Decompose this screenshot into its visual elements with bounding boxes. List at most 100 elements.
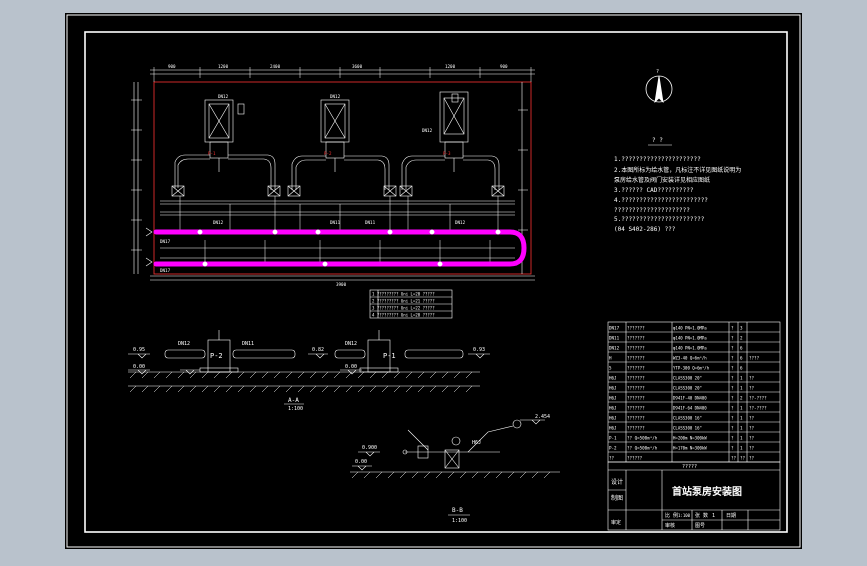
materials-cell: φ140 PN=1.0MPa [673, 346, 707, 351]
bb-tag: H6J [472, 440, 481, 446]
tb-sheet-value: 1 [712, 513, 715, 519]
materials-cell: YTP-300 Q=6m³/h [673, 366, 710, 371]
materials-cell: P-1 [609, 436, 617, 441]
note-line-4: 3.?????? CAD?????????? [614, 187, 694, 194]
materials-cell: ?? Q=500m³/h [627, 436, 658, 441]
tb-project-title: 首站泵房安装图 [672, 485, 742, 498]
pipe-tag-2: DN11 [330, 220, 341, 225]
notes-heading: ? ? [652, 137, 663, 144]
aa-pump-1: P-2 [210, 352, 223, 360]
materials-cell: ??-???? [749, 396, 767, 401]
materials-cell: ??????? [627, 376, 645, 381]
materials-cell: ?? [749, 446, 755, 451]
materials-cell: CLASS300 20" [673, 376, 702, 381]
materials-cell: ?? [749, 376, 755, 381]
materials-cell: ??????? [627, 326, 645, 331]
materials-cell: H6J [609, 396, 617, 401]
note-line-6: ????????????????????? [614, 207, 690, 214]
cad-drawing: 900 1200 2400 3600 1200 900 3900 P-1 P-2… [65, 13, 802, 549]
bb-title: B-B [452, 507, 463, 514]
note-line-2: 2.本图所标为给水管，凡标注不详见图纸说明为 [614, 166, 741, 174]
dim-top-2: 1200 [218, 64, 229, 69]
aa-scale: 1:100 [288, 406, 303, 412]
materials-cell: ?? [749, 436, 755, 441]
legend-row-4: 4 ????????? Uni L=20 ????? [372, 313, 435, 318]
materials-cell: ???? [749, 356, 760, 361]
aa-pump-2: P-1 [383, 352, 396, 360]
materials-cell: ??????? [627, 346, 645, 351]
tb-scale-label: 比 例 [665, 512, 678, 519]
tb-drawing-no: 图号 [695, 523, 705, 529]
aa-level-mid-top: 0.82 [312, 347, 324, 353]
materials-cell: H6J [609, 426, 617, 431]
bb-level-c: 0.00 [355, 459, 367, 465]
dim-top-3: 2400 [270, 64, 281, 69]
cad-viewport[interactable]: 900 1200 2400 3600 1200 900 3900 P-1 P-2… [0, 0, 867, 562]
pump-tag-2: DN12 [330, 94, 341, 99]
aa-level-left-top: 0.95 [133, 347, 145, 353]
materials-cell: φ140 PN=1.0MPa [673, 326, 707, 331]
materials-cell: ?? [740, 456, 746, 461]
bb-scale: 1:100 [452, 518, 467, 524]
materials-cell: D941F-64 DN400 [673, 406, 707, 411]
legend-row-1: 1 ????????? Uni L=20 ????? [372, 292, 435, 297]
tb-scale-value: 1:100 [678, 513, 691, 518]
materials-cell: ??????? [627, 356, 645, 361]
materials-cell: ??????? [627, 406, 645, 411]
materials-cell: ?? [749, 386, 755, 391]
note-line-8: (04 S402-286) ??? [614, 226, 676, 233]
dim-top-1: 900 [168, 64, 176, 69]
materials-cell: DN17 [609, 326, 620, 331]
dim-top-6: 900 [500, 64, 508, 69]
materials-cell: ?? [749, 456, 755, 461]
aa-level-left-bottom: 0.00 [133, 364, 145, 370]
pipe-tag-3: DN12 [455, 220, 466, 225]
pipe-tag-left: DN17 [160, 239, 171, 244]
materials-cell: ??-???? [749, 406, 767, 411]
note-line-1: 1.?????????????????????? [614, 156, 701, 163]
materials-cell: ?? [749, 416, 755, 421]
dim-top-5: 1200 [445, 64, 456, 69]
legend-row-3: 3 ????????? Uni L=22 ????? [372, 306, 435, 311]
materials-cell: ?? [731, 456, 737, 461]
pipe-tag-1: DN12 [213, 220, 224, 225]
aa-level-right: 0.93 [473, 347, 485, 353]
materials-cell: ?????? [627, 456, 643, 461]
pump-tag-3: DN12 [422, 128, 433, 133]
legend-row-2: 2 ????????? Uni L=21 ????? [372, 299, 435, 304]
materials-cell: ?? [749, 426, 755, 431]
bb-level-a: 2.454 [535, 414, 550, 420]
pipe-tag-4: DN11 [365, 220, 376, 225]
tb-checker: 制图 [611, 494, 623, 502]
aa-title: A-A [288, 397, 299, 404]
materials-cell: CLASS300 20" [673, 386, 702, 391]
note-line-5: 4.???????????????????????? [614, 197, 708, 204]
materials-cell: P-2 [609, 446, 617, 451]
north-label: ? [656, 69, 659, 75]
materials-cell: H6J [609, 386, 617, 391]
pump-label-1: P-1 [208, 151, 216, 156]
tb-review: 审核 [665, 522, 675, 529]
materials-cell: ??????? [627, 416, 645, 421]
materials-cell: ?? [609, 456, 615, 461]
materials-cell: CLASS300 16" [673, 426, 702, 431]
materials-cell: ??????? [627, 426, 645, 431]
pump-tag-1: DN12 [218, 94, 229, 99]
aa-tag-1: DN12 [178, 341, 190, 347]
materials-cell: CLASS300 16" [673, 416, 702, 421]
materials-cell: H=200m N=300kW [673, 436, 707, 441]
aa-tag-3: DN12 [345, 341, 357, 347]
tb-sheet-label: 张 数 [695, 512, 708, 519]
bb-level-b: 0.900 [362, 445, 377, 451]
tb-designer: 设计 [611, 478, 623, 486]
materials-cell: ??????? [627, 366, 645, 371]
pipe-tag-right: DN17 [160, 268, 171, 273]
materials-cell: H=170m N=300kW [673, 446, 707, 451]
materials-cell: DN11 [609, 336, 620, 341]
note-line-3: 泵房给水管及阀门安装详见相应图纸 [614, 176, 710, 184]
materials-cell: H6J [609, 416, 617, 421]
tb-date-label: 日期 [726, 513, 736, 519]
note-line-7: 5.??????????????????????? [614, 216, 705, 223]
materials-cell: ??????? [627, 386, 645, 391]
materials-cell: H6J [609, 376, 617, 381]
